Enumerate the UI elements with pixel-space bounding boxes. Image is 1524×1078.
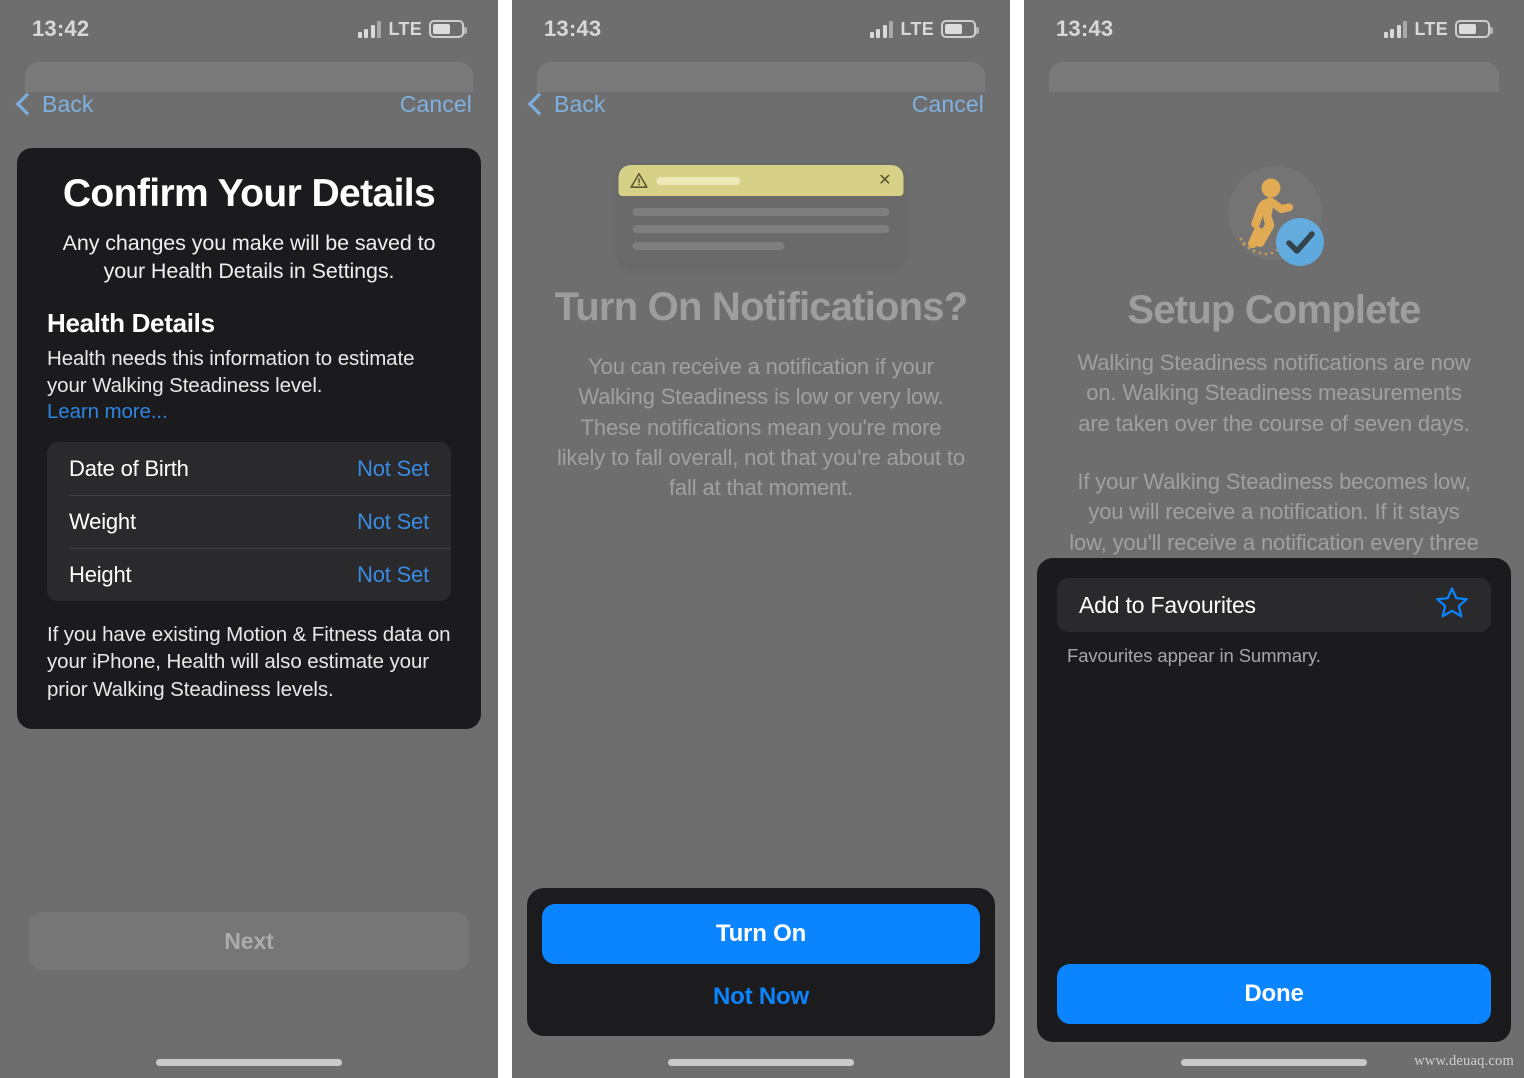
row-label: Height: [69, 561, 132, 587]
health-details-list: Date of Birth Not Set Weight Not Set Hei…: [47, 442, 451, 602]
screenshot-root: 13:42 LTE Back Cancel Confirm Your Detai…: [0, 0, 1524, 1078]
not-now-button[interactable]: Not Now: [542, 964, 980, 1030]
row-value: Not Set: [357, 561, 429, 587]
favourites-spacer: [1057, 667, 1491, 964]
done-button[interactable]: Done: [1057, 964, 1491, 1024]
cellular-bars-icon: [869, 20, 894, 38]
home-indicator[interactable]: [156, 1059, 342, 1066]
health-details-heading: Health Details: [47, 307, 215, 338]
confirm-details-card: Confirm Your Details Any changes you mak…: [17, 148, 481, 729]
status-bar: 13:43 LTE: [512, 0, 1010, 58]
back-button-label: Back: [554, 90, 606, 117]
row-value: Not Set: [357, 508, 429, 534]
chevron-left-icon: [527, 92, 551, 116]
health-details-description: Health needs this information to estimat…: [47, 346, 415, 397]
page-title: Setup Complete: [1127, 288, 1421, 332]
icon-halo: [1228, 166, 1322, 260]
cancel-button[interactable]: Cancel: [912, 91, 984, 118]
navigation-bar: Back Cancel: [512, 82, 1010, 126]
status-indicators: LTE: [1383, 18, 1493, 40]
phone-panel-confirm-details: 13:42 LTE Back Cancel Confirm Your Detai…: [0, 0, 498, 1078]
notification-body-placeholder: [619, 196, 904, 250]
page-description: You can receive a notification if your W…: [557, 354, 965, 501]
back-button-label: Back: [42, 90, 94, 117]
favourites-card: Add to Favourites Favourites appear in S…: [1037, 558, 1511, 1042]
row-label: Weight: [69, 508, 136, 534]
network-type-label: LTE: [1414, 18, 1448, 39]
next-button[interactable]: Next: [29, 912, 469, 970]
card-subtitle: Any changes you make will be saved to yo…: [62, 230, 436, 284]
notification-action-sheet: Turn On Not Now: [527, 888, 995, 1036]
sheet-peek-background: [1049, 62, 1499, 92]
cellular-bars-icon: [1383, 20, 1408, 38]
add-to-favourites-label: Add to Favourites: [1079, 591, 1256, 618]
page-title: Turn On Notifications?: [554, 285, 969, 329]
status-bar: 13:43 LTE: [1024, 0, 1524, 58]
battery-icon: [1455, 20, 1493, 38]
close-x-icon[interactable]: ✕: [878, 172, 891, 189]
page-description: Walking Steadiness notifications are now…: [1068, 348, 1480, 589]
row-label: Date of Birth: [69, 455, 189, 481]
panel-divider-2: [1010, 0, 1024, 1078]
table-row[interactable]: Height Not Set: [47, 548, 451, 601]
status-time: 13:42: [32, 16, 90, 41]
star-outline-icon[interactable]: [1435, 586, 1469, 624]
turn-on-button[interactable]: Turn On: [542, 904, 980, 964]
cellular-bars-icon: [357, 20, 382, 38]
home-indicator[interactable]: [668, 1059, 854, 1066]
back-button[interactable]: Back: [526, 91, 606, 118]
status-indicators: LTE: [357, 18, 467, 40]
chevron-left-icon: [15, 92, 39, 116]
back-button[interactable]: Back: [14, 91, 94, 118]
site-watermark: www.deuaq.com: [1414, 1053, 1514, 1069]
card-title: Confirm Your Details: [62, 172, 436, 215]
warning-triangle-icon: [630, 173, 648, 188]
network-type-label: LTE: [900, 18, 934, 39]
phone-panel-turn-on-notifications: 13:43 LTE Back Cancel ✕ Turn On Notifica…: [512, 0, 1010, 1078]
panel-divider-1: [498, 0, 512, 1078]
battery-icon: [941, 20, 979, 38]
notification-banner-illustration: ✕: [618, 165, 904, 265]
status-indicators: LTE: [869, 18, 979, 40]
status-time: 13:43: [1056, 16, 1114, 41]
cancel-button[interactable]: Cancel: [400, 91, 472, 118]
favourites-note: Favourites appear in Summary.: [1067, 645, 1321, 666]
navigation-bar: Back Cancel: [0, 82, 498, 126]
walking-steadiness-icon: [1220, 166, 1328, 270]
notification-title-placeholder: [656, 176, 741, 185]
row-value: Not Set: [357, 455, 429, 481]
notification-header: ✕: [618, 165, 904, 196]
status-time: 13:43: [544, 16, 602, 41]
table-row[interactable]: Date of Birth Not Set: [47, 442, 451, 495]
description-paragraph-1: Walking Steadiness notifications are now…: [1077, 350, 1471, 436]
home-indicator[interactable]: [1181, 1059, 1367, 1066]
battery-icon: [429, 20, 467, 38]
learn-more-link[interactable]: Learn more...: [47, 400, 168, 424]
motion-fitness-note: If you have existing Motion & Fitness da…: [47, 623, 451, 701]
network-type-label: LTE: [388, 18, 422, 39]
table-row[interactable]: Weight Not Set: [47, 495, 451, 548]
add-to-favourites-row[interactable]: Add to Favourites: [1057, 578, 1491, 632]
status-bar: 13:42 LTE: [0, 0, 498, 58]
phone-panel-setup-complete: 13:43 LTE Setup Complete Walking Steadin…: [1024, 0, 1524, 1078]
